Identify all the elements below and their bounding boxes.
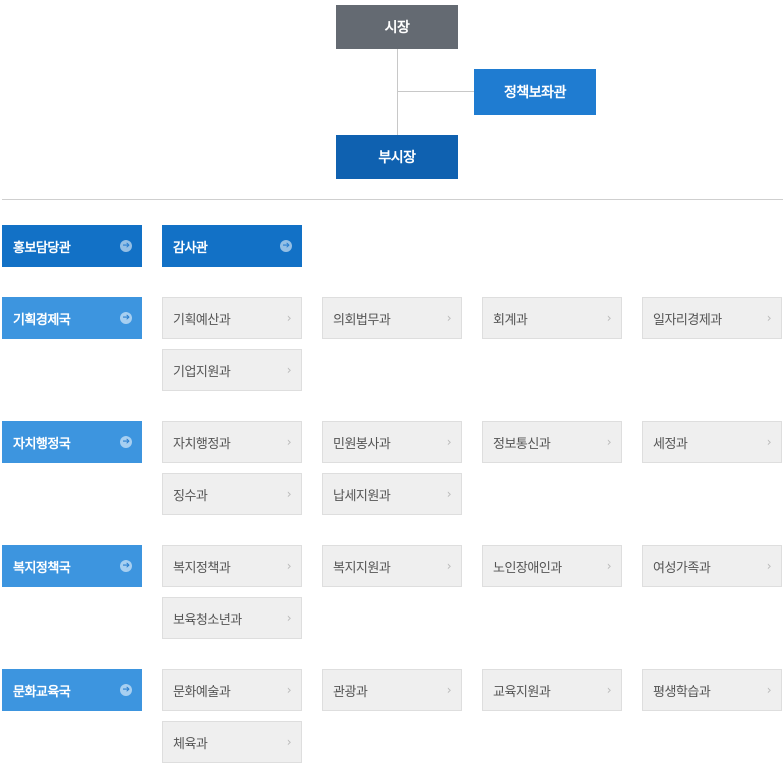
department-link[interactable]: 징수과 › [162,473,302,515]
bureau-label: 자치행정국 [13,436,71,452]
department-label: 노인장애인과 [493,560,562,576]
department-link[interactable]: 복지지원과 › [322,545,462,587]
chevron-right-icon: › [286,435,292,449]
vice-mayor-label: 부시장 [378,150,416,166]
department-link[interactable]: 기업지원과 › [162,349,302,391]
department-label: 일자리경제과 [653,312,722,328]
department-label: 문화예술과 [173,684,231,700]
chevron-right-icon: › [286,611,292,625]
department-label: 평생학습과 [653,684,711,700]
department-link[interactable]: 민원봉사과 › [322,421,462,463]
chevron-right-icon: › [446,487,452,501]
policy-advisor-box[interactable]: 정책보좌관 [474,69,596,115]
department-label: 여성가족과 [653,560,711,576]
department-link[interactable]: 관광과 › [322,669,462,711]
department-label: 납세지원과 [333,488,391,504]
chevron-right-icon: › [286,363,292,377]
department-link[interactable]: 보육청소년과 › [162,597,302,639]
chevron-right-icon: › [606,683,612,697]
chevron-right-icon: › [766,559,772,573]
department-label: 징수과 [173,488,208,504]
department-link[interactable]: 체육과 › [162,721,302,763]
chevron-right-icon: › [286,487,292,501]
bureau-header[interactable]: 자치행정국 ➔ [2,421,142,463]
bureau-label: 복지정책국 [13,560,71,576]
arrow-right-circle-icon: ➔ [120,684,132,696]
mayor-box[interactable]: 시장 [336,5,458,49]
department-label: 체육과 [173,736,208,752]
chevron-right-icon: › [606,311,612,325]
bureau-header[interactable]: 복지정책국 ➔ [2,545,142,587]
arrow-right-circle-icon: ➔ [120,240,132,252]
arrow-right-circle-icon: ➔ [120,436,132,448]
chevron-right-icon: › [446,311,452,325]
mayor-label: 시장 [384,20,410,36]
department-label: 회계과 [493,312,528,328]
chevron-right-icon: › [606,559,612,573]
department-link[interactable]: 납세지원과 › [322,473,462,515]
department-link[interactable]: 일자리경제과 › [642,297,782,339]
department-link[interactable]: 의회법무과 › [322,297,462,339]
department-link[interactable]: 회계과 › [482,297,622,339]
department-link[interactable]: 세정과 › [642,421,782,463]
section-divider [2,199,783,200]
office-label: 홍보담당관 [13,240,71,256]
office-label: 감사관 [173,240,208,256]
department-link[interactable]: 기획예산과 › [162,297,302,339]
arrow-right-circle-icon: ➔ [280,240,292,252]
department-link[interactable]: 평생학습과 › [642,669,782,711]
bureau-label: 문화교육국 [13,684,71,700]
chevron-right-icon: › [286,683,292,697]
chevron-right-icon: › [766,435,772,449]
chevron-right-icon: › [286,559,292,573]
department-link[interactable]: 여성가족과 › [642,545,782,587]
bureau-header[interactable]: 문화교육국 ➔ [2,669,142,711]
org-connector-horizontal [397,91,474,92]
department-label: 기획예산과 [173,312,231,328]
department-label: 민원봉사과 [333,436,391,452]
chevron-right-icon: › [766,311,772,325]
department-link[interactable]: 정보통신과 › [482,421,622,463]
department-label: 복지정책과 [173,560,231,576]
chevron-right-icon: › [606,435,612,449]
vice-mayor-box[interactable]: 부시장 [336,135,458,179]
department-link[interactable]: 자치행정과 › [162,421,302,463]
department-label: 정보통신과 [493,436,551,452]
chevron-right-icon: › [286,735,292,749]
department-link[interactable]: 문화예술과 › [162,669,302,711]
department-label: 세정과 [653,436,688,452]
department-label: 교육지원과 [493,684,551,700]
department-label: 의회법무과 [333,312,391,328]
policy-advisor-label: 정책보좌관 [504,85,566,101]
department-link[interactable]: 복지정책과 › [162,545,302,587]
department-link[interactable]: 노인장애인과 › [482,545,622,587]
chevron-right-icon: › [446,435,452,449]
department-link[interactable]: 교육지원과 › [482,669,622,711]
chevron-right-icon: › [286,311,292,325]
department-label: 자치행정과 [173,436,231,452]
arrow-right-circle-icon: ➔ [120,312,132,324]
department-label: 복지지원과 [333,560,391,576]
chevron-right-icon: › [766,683,772,697]
org-connector-vertical [397,49,398,135]
department-label: 관광과 [333,684,368,700]
chevron-right-icon: › [446,559,452,573]
chevron-right-icon: › [446,683,452,697]
arrow-right-circle-icon: ➔ [120,560,132,572]
office-audit[interactable]: 감사관 ➔ [162,225,302,267]
bureau-header[interactable]: 기획경제국 ➔ [2,297,142,339]
department-label: 보육청소년과 [173,612,242,628]
office-public-relations[interactable]: 홍보담당관 ➔ [2,225,142,267]
department-label: 기업지원과 [173,364,231,380]
bureau-label: 기획경제국 [13,312,71,328]
